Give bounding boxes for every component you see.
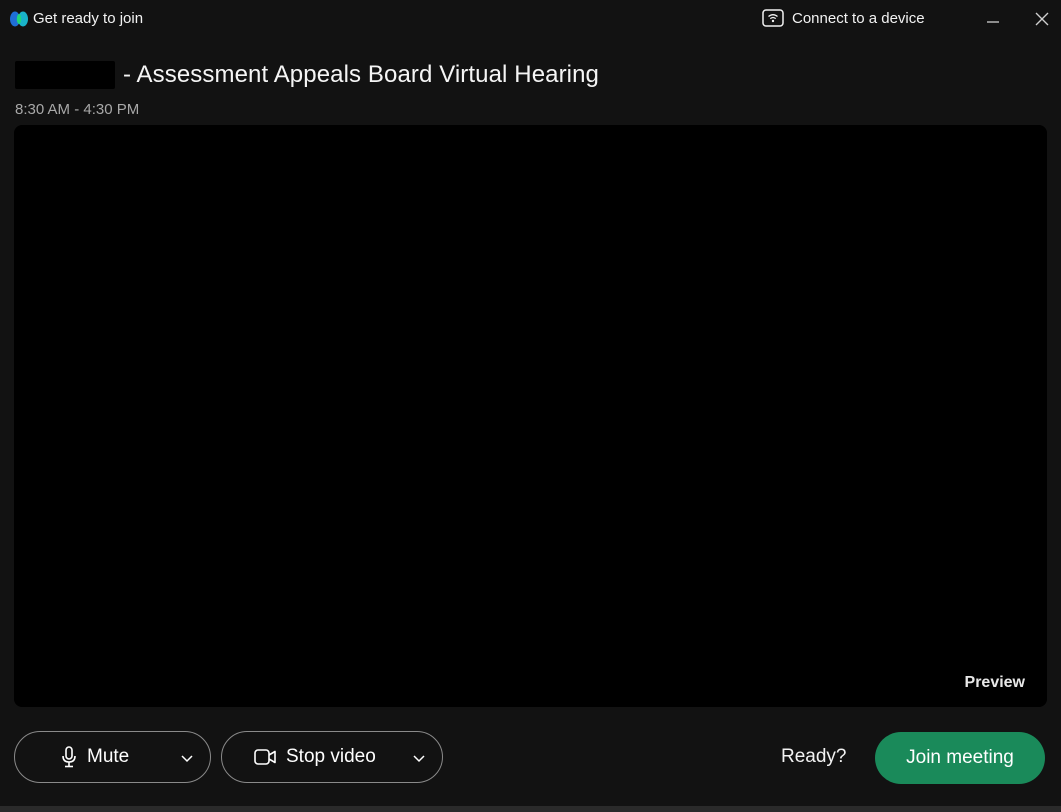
video-preview: Preview [14, 125, 1047, 707]
minimize-icon [987, 21, 999, 23]
window-title: Get ready to join [33, 10, 144, 27]
microphone-icon [62, 746, 76, 768]
mute-button[interactable]: Mute [14, 731, 211, 783]
webex-logo-icon [10, 11, 28, 27]
chevron-down-icon[interactable] [410, 749, 428, 767]
ready-label: Ready? [781, 746, 847, 767]
chevron-down-icon[interactable] [178, 749, 196, 767]
mute-label: Mute [87, 746, 130, 767]
meeting-controls: Mute Stop video Ready? Join meeting [0, 728, 1061, 786]
join-meeting-button[interactable]: Join meeting [875, 732, 1045, 784]
window-bottom-edge [0, 806, 1061, 812]
close-icon [1035, 12, 1049, 26]
title-bar: Get ready to join Connect to a device [0, 0, 1061, 38]
minimize-button[interactable] [978, 4, 1008, 34]
device-connect-icon [762, 9, 784, 27]
redacted-text [15, 61, 115, 89]
preview-label: Preview [964, 674, 1025, 691]
stop-video-label: Stop video [286, 746, 376, 767]
stop-video-button[interactable]: Stop video [221, 731, 443, 783]
mute-button-content: Mute [61, 746, 129, 768]
meeting-title: - Assessment Appeals Board Virtual Heari… [123, 61, 600, 88]
close-button[interactable] [1027, 4, 1057, 34]
join-meeting-window: Get ready to join Connect to a device - … [0, 0, 1061, 812]
connect-device-label: Connect to a device [792, 9, 925, 27]
connect-to-device-button[interactable]: Connect to a device [762, 6, 925, 30]
stop-video-button-content: Stop video [254, 746, 376, 768]
video-camera-icon [254, 749, 276, 765]
meeting-time: 8:30 AM - 4:30 PM [15, 101, 140, 118]
meeting-title-row: - Assessment Appeals Board Virtual Heari… [15, 57, 599, 93]
